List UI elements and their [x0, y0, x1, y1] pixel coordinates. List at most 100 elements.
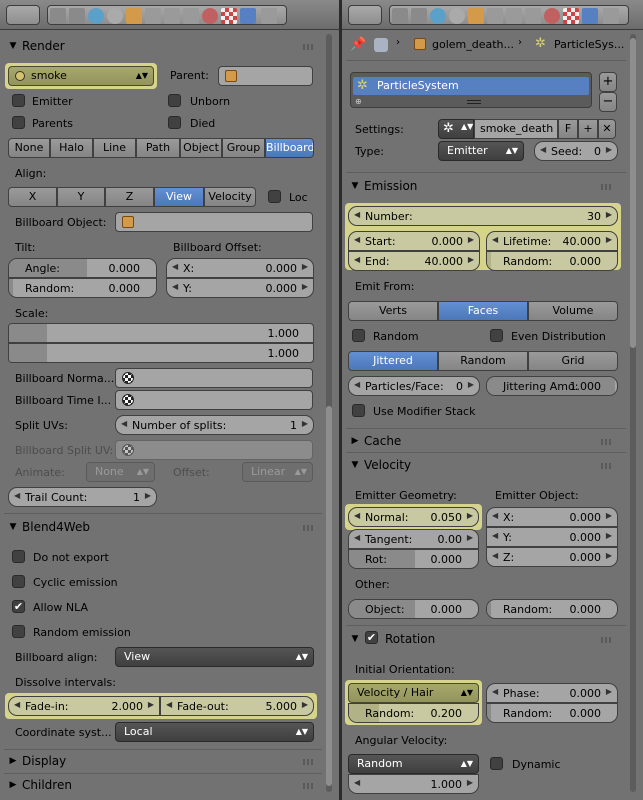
billboard-offset-y-field[interactable]: ◀ Y: 0.000 ▶ [166, 278, 314, 298]
list-resize-grip[interactable] [467, 100, 481, 104]
type-select[interactable]: Emitter ▲▼ [438, 141, 524, 161]
align-x-button[interactable]: X [8, 187, 57, 207]
angular-velocity-field[interactable]: ◀ 1.000 ▶ [348, 774, 479, 794]
object-tab-icon[interactable] [468, 8, 484, 24]
tilt-angle-field[interactable]: Angle: 0.000 [8, 258, 157, 278]
scene-tab-icon[interactable] [69, 8, 85, 24]
material-tab-icon[interactable] [544, 8, 560, 24]
particle-system-list[interactable]: ✲ ParticleSystem ⊕ [350, 72, 592, 108]
texture-tab-icon[interactable] [221, 8, 237, 24]
billboard-object-field[interactable] [115, 212, 313, 232]
modifiers-tab-icon[interactable] [164, 8, 180, 24]
phase-field[interactable]: ◀ Phase: 0.000 ▶ [486, 683, 618, 703]
sphere-tab-icon[interactable] [449, 8, 465, 24]
list-item[interactable]: ✲ ParticleSystem [353, 77, 589, 95]
velocity-random-field[interactable]: Random: 0.000 [486, 599, 618, 619]
rot-velocity-field[interactable]: Rot: 0.000 [348, 549, 479, 569]
unborn-checkbox[interactable] [168, 94, 181, 107]
particles-tab-icon[interactable] [582, 8, 598, 24]
texture-tab-icon[interactable] [563, 8, 579, 24]
cyclic-emission-checkbox[interactable] [12, 575, 25, 588]
render-mode-halo[interactable]: Halo [50, 138, 93, 158]
object-y-velocity-field[interactable]: ◀ Y: 0.000 ▶ [486, 527, 618, 547]
display-section-header[interactable]: ▶ Display [4, 750, 322, 772]
emit-from-verts[interactable]: Verts [348, 301, 438, 321]
new-settings-button[interactable]: + [578, 119, 598, 139]
number-of-splits-field[interactable]: ◀ Number of splits: 1 ▶ [115, 415, 314, 435]
object-velocity-field[interactable]: Object: 0.000 [348, 599, 479, 619]
object-x-velocity-field[interactable]: ◀ X: 0.000 ▶ [486, 507, 618, 527]
scale-field-1[interactable]: 1.000 [8, 323, 314, 343]
align-z-button[interactable]: Z [105, 187, 154, 207]
initial-orientation-select[interactable]: Velocity / Hair ▲▼ [348, 683, 479, 703]
world-tab-icon[interactable] [430, 8, 446, 24]
right-scrollbar[interactable] [630, 34, 636, 792]
constraints-tab-icon[interactable] [487, 8, 503, 24]
distribution-grid[interactable]: Grid [528, 351, 618, 371]
cache-section-header[interactable]: ▶ Cache [346, 430, 626, 452]
fade-out-field[interactable]: ◀ Fade-out: 5.000 ▶ [160, 696, 314, 716]
render-mode-none[interactable]: None [8, 138, 50, 158]
modifiers-tab-icon[interactable] [506, 8, 522, 24]
left-scrollbar[interactable] [326, 34, 332, 792]
physics-tab-icon[interactable] [261, 8, 277, 24]
tangent-velocity-field[interactable]: ◀ Tangent: 0.00 ▶ [348, 529, 479, 549]
parent-field[interactable] [218, 66, 313, 86]
material-tab-icon[interactable] [202, 8, 218, 24]
unlink-settings-button[interactable]: ✕ [598, 119, 616, 139]
children-section-header[interactable]: ▶ Children [4, 774, 322, 796]
allow-nla-checkbox[interactable]: ✔ [12, 600, 25, 613]
object-tab-icon[interactable] [126, 8, 142, 24]
scale-field-2[interactable]: 1.000 [8, 343, 314, 363]
fake-user-button[interactable]: F [558, 119, 578, 139]
orientation-random-field[interactable]: Random: 0.200 [348, 703, 479, 723]
object-z-velocity-field[interactable]: ◀ Z: 0.000 ▶ [486, 547, 618, 567]
random-emission-checkbox[interactable] [12, 625, 25, 638]
trail-count-field[interactable]: ◀ Trail Count: 1 ▶ [8, 487, 157, 507]
emission-section-header[interactable]: ▼ Emission [346, 175, 626, 197]
even-distribution-checkbox[interactable] [490, 329, 503, 342]
pin-icon[interactable]: 📌 [350, 37, 366, 52]
billboard-align-select[interactable]: View ▲▼ [115, 647, 314, 667]
tilt-random-field[interactable]: Random: 0.000 [8, 278, 157, 298]
sphere-tab-icon[interactable] [107, 8, 123, 24]
emit-from-volume[interactable]: Volume [528, 301, 618, 321]
rotation-enable-checkbox[interactable]: ✔ [365, 631, 378, 644]
data-tab-icon[interactable] [183, 8, 199, 24]
billboard-time-field[interactable] [115, 390, 313, 410]
emitter-checkbox[interactable] [12, 94, 25, 107]
world-tab-icon[interactable] [88, 8, 104, 24]
distribution-random[interactable]: Random [438, 351, 528, 371]
render-section-header[interactable]: ▼ Render [4, 35, 322, 57]
coordinate-system-select[interactable]: Local ▲▼ [115, 722, 314, 742]
render-tab-icon[interactable] [392, 8, 408, 24]
align-y-button[interactable]: Y [57, 187, 105, 207]
render-mode-path[interactable]: Path [136, 138, 180, 158]
particles-tab-icon[interactable] [240, 8, 256, 24]
render-mode-line[interactable]: Line [93, 138, 136, 158]
editor-type-menu[interactable] [6, 5, 40, 25]
random-checkbox[interactable] [352, 329, 365, 342]
end-field[interactable]: ◀ End: 40.000 ▶ [348, 251, 480, 271]
use-modifier-stack-checkbox[interactable] [352, 404, 365, 417]
render-mode-group[interactable]: Group [222, 138, 265, 158]
material-select[interactable]: smoke ▲▼ [8, 66, 154, 86]
lifetime-random-field[interactable]: Random: 0.000 [486, 251, 618, 271]
blend4web-section-header[interactable]: ▼ Blend4Web [4, 516, 322, 538]
jittering-amount-field[interactable]: Jittering Amo: 1.000 [486, 376, 618, 396]
died-checkbox[interactable] [168, 116, 181, 129]
dynamic-checkbox[interactable] [490, 757, 503, 770]
render-tab-icon[interactable] [50, 8, 66, 24]
velocity-section-header[interactable]: ▼ Velocity [346, 454, 626, 476]
phase-random-field[interactable]: Random: 0.000 [486, 703, 618, 723]
number-field[interactable]: ◀ Number: 30 ▶ [348, 206, 618, 226]
data-tab-icon[interactable] [525, 8, 541, 24]
align-velocity-button[interactable]: Velocity [204, 187, 256, 207]
settings-name-field[interactable]: smoke_death [474, 119, 558, 139]
billboard-normal-field[interactable] [115, 368, 313, 388]
billboard-offset-x-field[interactable]: ◀ X: 0.000 ▶ [166, 258, 314, 278]
editor-type-menu[interactable] [348, 5, 382, 25]
do-not-export-checkbox[interactable] [12, 550, 25, 563]
remove-slot-button[interactable]: − [599, 92, 617, 112]
fade-in-field[interactable]: ◀ Fade-in: 2.000 ▶ [8, 696, 160, 716]
